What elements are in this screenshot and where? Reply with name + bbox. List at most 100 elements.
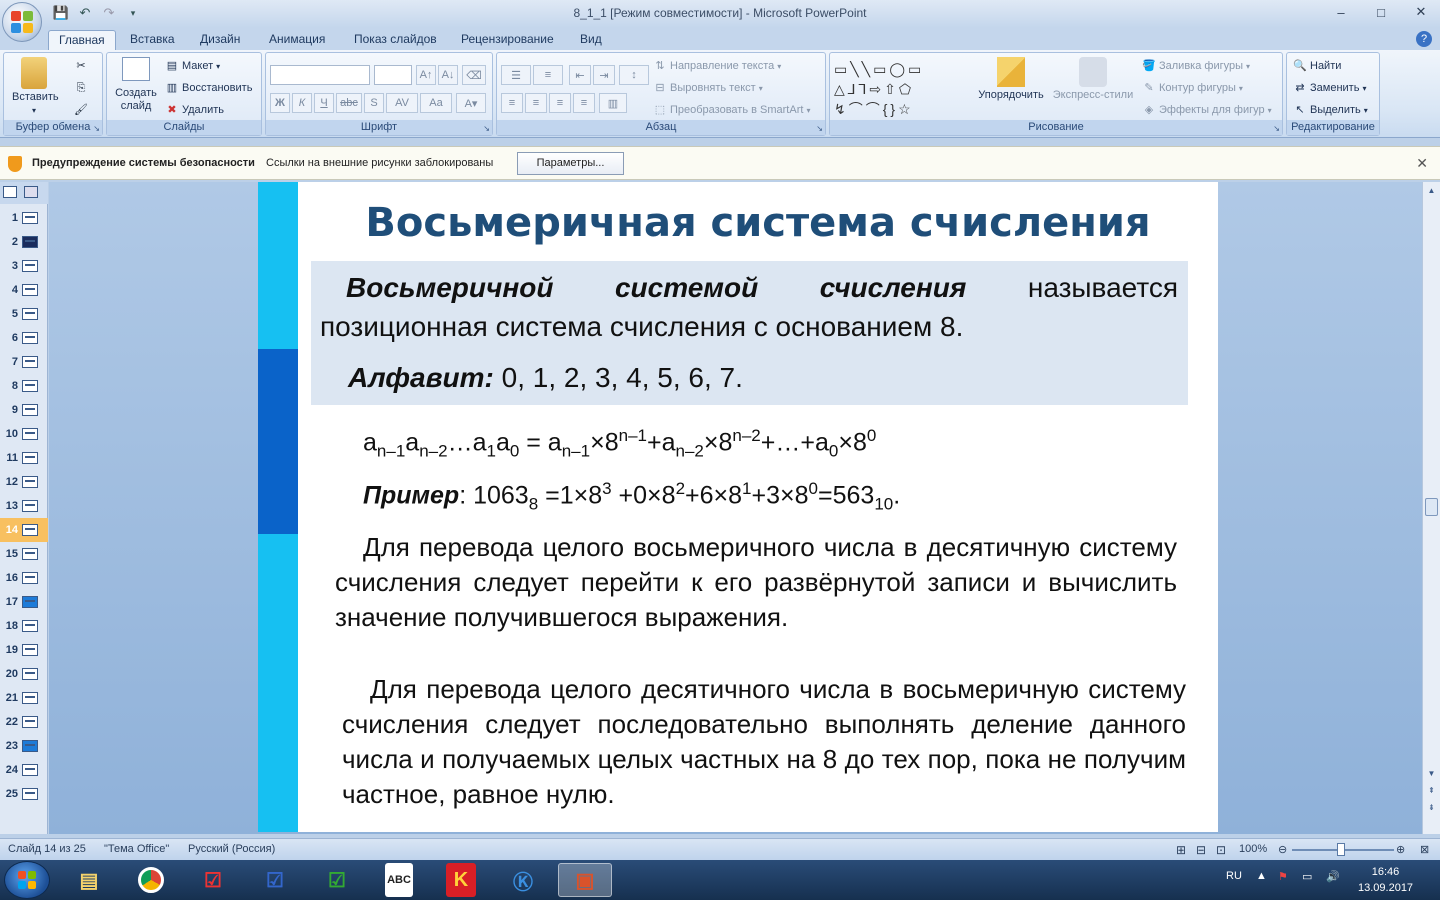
slide-thumbnail[interactable]: 19 [0, 638, 48, 662]
cut-icon[interactable]: ✂ [74, 59, 88, 73]
shadow-icon[interactable]: S [364, 93, 384, 113]
tray-expand-icon[interactable]: ▲ [1256, 870, 1267, 882]
dialog-launcher-icon[interactable]: ↘ [816, 124, 823, 133]
tab-design[interactable]: Дизайн [200, 30, 240, 50]
scroll-up-icon[interactable]: ▲ [1423, 182, 1440, 199]
restore-button[interactable]: □ [1368, 2, 1394, 22]
network-icon[interactable]: ▭ [1302, 870, 1312, 883]
input-language[interactable]: RU [1226, 870, 1242, 882]
alphabet-line[interactable]: Алфавит: 0, 1, 2, 3, 4, 5, 6, 7. [348, 362, 743, 394]
slide-thumbnail[interactable]: 6 [0, 326, 48, 350]
shapes-gallery[interactable]: ▭╲╲▭◯▭ △⅃⅂⇨⇧⬠ ↯⌒⌒{}☆ [834, 59, 970, 117]
align-left-icon[interactable]: ≡ [501, 93, 523, 113]
zoom-in-icon[interactable]: ⊕ [1396, 843, 1405, 856]
abc-app-icon[interactable]: ABC [385, 863, 413, 897]
slide-thumbnail[interactable]: 14 [0, 518, 48, 542]
dialog-launcher-icon[interactable]: ↘ [483, 124, 490, 133]
bullets-icon[interactable]: ☰ [501, 65, 531, 85]
copy-icon[interactable]: ⎘ [74, 81, 88, 95]
zoom-level[interactable]: 100% [1239, 843, 1267, 855]
slide-thumbnail[interactable]: 22 [0, 710, 48, 734]
tab-home[interactable]: Главная [48, 30, 116, 50]
shape-fill-button[interactable]: 🪣 Заливка фигуры ▾ [1142, 59, 1250, 73]
slide-thumbnail[interactable]: 8 [0, 374, 48, 398]
slide-thumbnail[interactable]: 18 [0, 614, 48, 638]
tab-slideshow[interactable]: Показ слайдов [354, 30, 437, 50]
slide-thumbnail[interactable]: 9 [0, 398, 48, 422]
test-app-green-icon[interactable]: ☑ [310, 863, 364, 897]
clear-format-icon[interactable]: ⌫ [462, 65, 486, 85]
test-app-red-icon[interactable]: ☑ [186, 863, 240, 897]
shrink-font-icon[interactable]: A↓ [438, 65, 458, 85]
next-slide-icon[interactable]: ⇟ [1423, 799, 1440, 816]
help-icon[interactable]: ? [1416, 31, 1432, 47]
slideshow-view-icon[interactable]: ⊡ [1216, 843, 1226, 857]
test-app-blue-icon[interactable]: ☑ [248, 863, 302, 897]
prev-slide-icon[interactable]: ⇞ [1423, 782, 1440, 799]
underline-icon[interactable]: Ч [314, 93, 334, 113]
reset-button[interactable]: ▥ Восстановить [165, 81, 253, 95]
strikethrough-icon[interactable]: abc [336, 93, 362, 113]
tab-view[interactable]: Вид [580, 30, 602, 50]
clock[interactable]: 16:46 13.09.2017 [1358, 864, 1413, 896]
fit-window-icon[interactable]: ⊠ [1420, 843, 1429, 856]
tab-review[interactable]: Рецензирование [461, 30, 554, 50]
slide-thumbnail[interactable]: 7 [0, 350, 48, 374]
find-button[interactable]: 🔍 Найти [1293, 59, 1341, 73]
decrease-indent-icon[interactable]: ⇤ [569, 65, 591, 85]
justify-icon[interactable]: ≡ [573, 93, 595, 113]
zoom-out-icon[interactable]: ⊖ [1278, 843, 1287, 856]
powerpoint-taskbar-icon[interactable]: ▣ [558, 863, 612, 897]
arrange-button[interactable]: Упорядочить [976, 57, 1046, 102]
columns-icon[interactable]: ▥ [599, 93, 627, 113]
slide-thumbnail[interactable]: 15 [0, 542, 48, 566]
slide-thumbnail[interactable]: 1 [0, 206, 48, 230]
quick-styles-button[interactable]: Экспресс-стили [1050, 57, 1136, 102]
slide-thumbnail[interactable]: 2 [0, 230, 48, 254]
slide-thumbnail[interactable]: 20 [0, 662, 48, 686]
file-explorer-icon[interactable]: ▤ [62, 863, 116, 897]
slide-thumbnail[interactable]: 11 [0, 446, 48, 470]
slide-thumbnail[interactable]: 25 [0, 782, 48, 806]
chrome-icon[interactable] [124, 863, 178, 897]
format-painter-icon[interactable]: 🖌 [74, 103, 88, 117]
slide[interactable]: Восьмеричная система счисления Восьмерич… [258, 182, 1218, 832]
paragraph-oct-to-dec[interactable]: Для перевода целого восьмеричного числа … [335, 530, 1177, 635]
dialog-launcher-icon[interactable]: ↘ [1273, 124, 1280, 133]
scroll-down-icon[interactable]: ▼ [1423, 765, 1440, 782]
sorter-view-icon[interactable]: ⊟ [1196, 843, 1206, 857]
smartart-button[interactable]: ⬚ Преобразовать в SmartArt ▾ [653, 103, 811, 117]
vertical-scrollbar[interactable]: ▲ ▼ ⇞ ⇟ [1422, 182, 1440, 834]
theme-name[interactable]: "Тема Office" [104, 843, 169, 855]
normal-view-icon[interactable]: ⊞ [1176, 843, 1186, 857]
options-button[interactable]: Параметры... [517, 152, 624, 175]
align-text-button[interactable]: ⊟ Выровнять текст ▾ [653, 81, 762, 95]
scroll-thumb[interactable] [1425, 498, 1438, 516]
definition-text[interactable]: Восьмеричной системой счисления называет… [320, 268, 1178, 346]
paragraph-dec-to-oct[interactable]: Для перевода целого десятичного числа в … [342, 672, 1186, 812]
tab-animation[interactable]: Анимация [269, 30, 325, 50]
start-button[interactable] [4, 861, 50, 899]
outline-tab-icon[interactable] [24, 186, 38, 198]
action-center-icon[interactable]: ⚑ [1278, 870, 1288, 883]
shape-effects-button[interactable]: ◈ Эффекты для фигур ▾ [1142, 103, 1272, 117]
numbering-icon[interactable]: ≡ [533, 65, 563, 85]
slide-thumbnail[interactable]: 16 [0, 566, 48, 590]
minimize-button[interactable]: – [1328, 2, 1354, 22]
slide-thumbnail[interactable]: 3 [0, 254, 48, 278]
spacing-icon[interactable]: AV [386, 93, 418, 113]
font-size-field[interactable] [374, 65, 412, 85]
slide-thumbnail[interactable]: 24 [0, 758, 48, 782]
close-button[interactable]: ✕ [1408, 2, 1434, 22]
align-center-icon[interactable]: ≡ [525, 93, 547, 113]
language-indicator[interactable]: Русский (Россия) [188, 843, 275, 855]
paste-button[interactable]: Вставить ▾ [12, 57, 59, 117]
slide-thumbnail[interactable]: 17 [0, 590, 48, 614]
slide-title[interactable]: Восьмеричная система счисления [298, 200, 1218, 246]
bold-icon[interactable]: Ж [270, 93, 290, 113]
line-spacing-icon[interactable]: ↕ [619, 65, 649, 85]
select-button[interactable]: ↖ Выделить ▾ [1293, 103, 1367, 117]
case-icon[interactable]: Aa [420, 93, 452, 113]
slides-tab-icon[interactable] [3, 186, 17, 198]
replace-button[interactable]: ⇄ Заменить ▾ [1293, 81, 1366, 95]
